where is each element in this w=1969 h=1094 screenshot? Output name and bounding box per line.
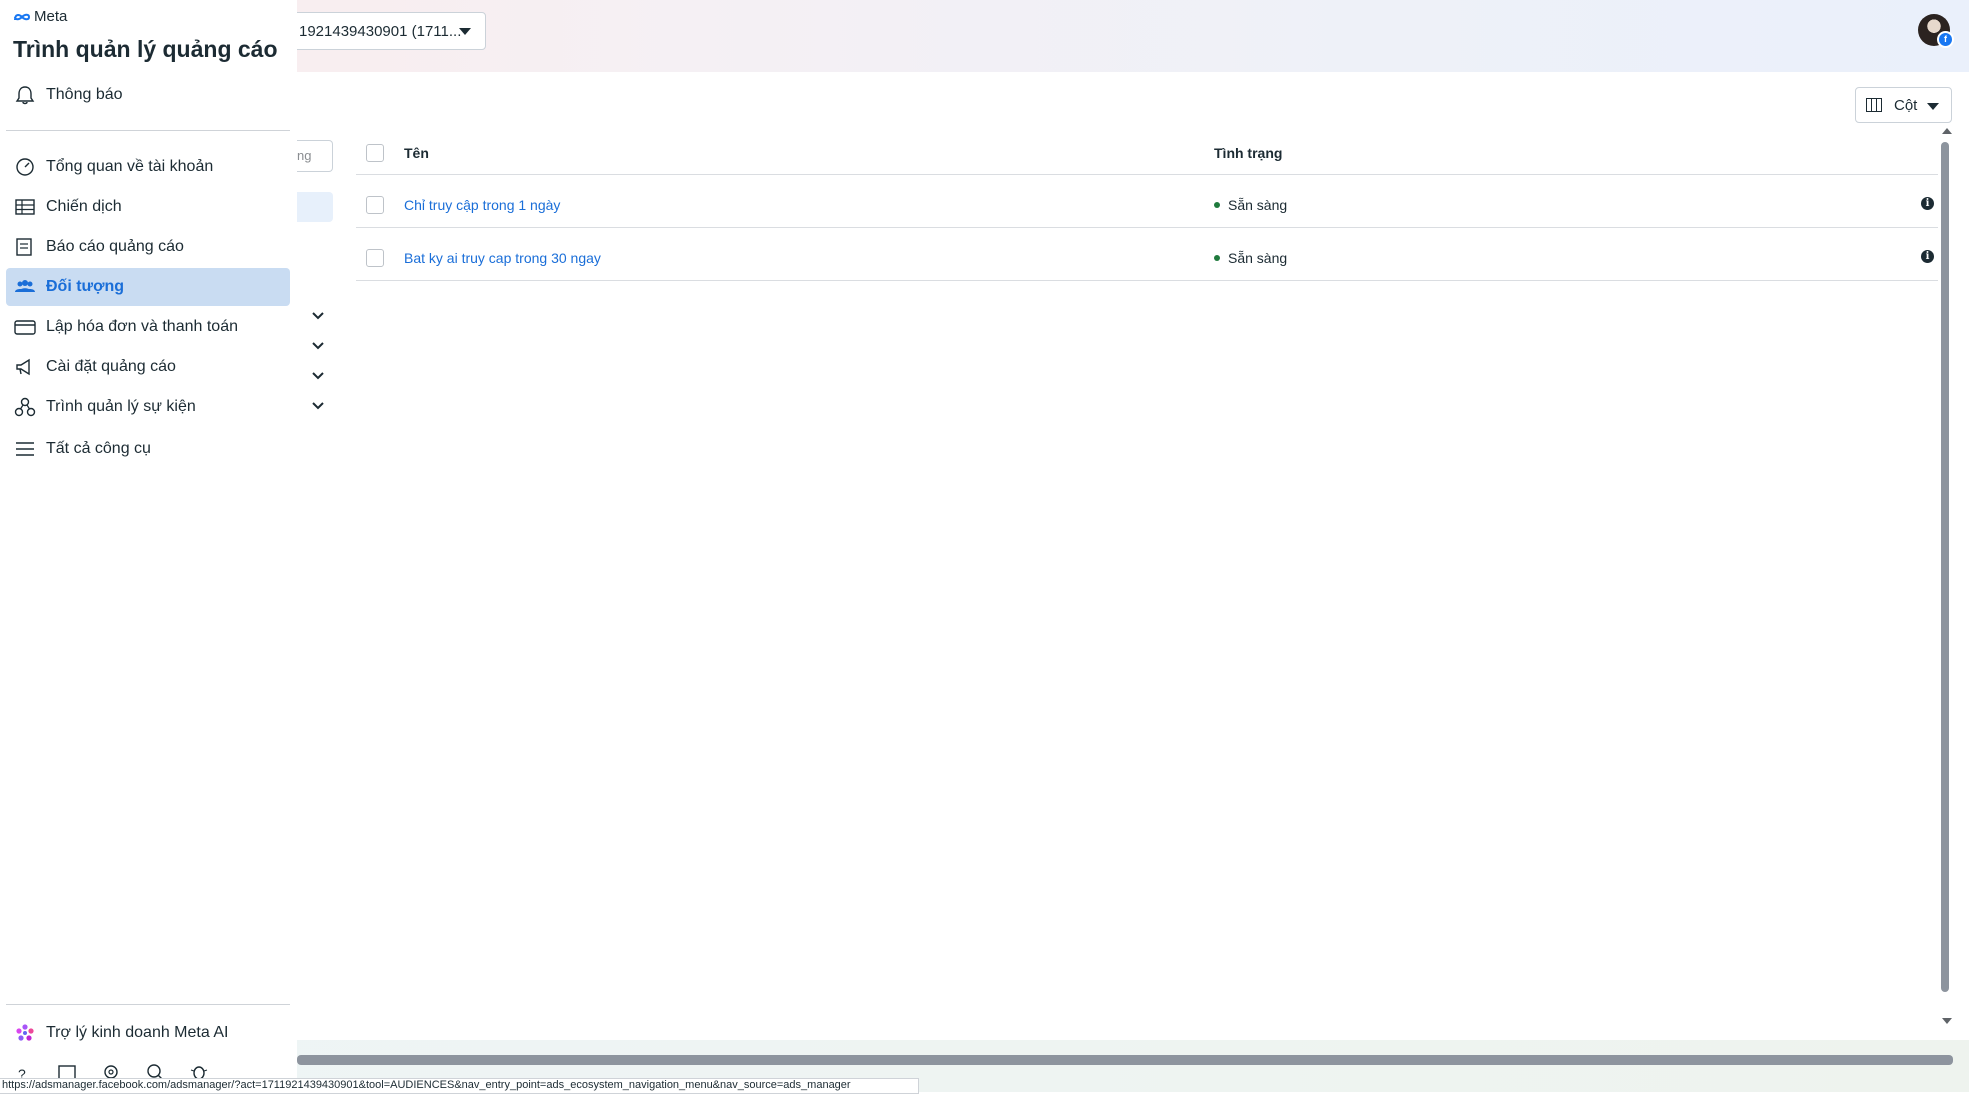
scroll-up-arrow-icon[interactable] (1942, 128, 1952, 134)
sidebar-item-events-manager[interactable]: Trình quản lý sự kiện (6, 388, 290, 426)
status-text: Sẵn sàng (1228, 250, 1288, 266)
sidebar-item-ad-settings[interactable]: Cài đặt quảng cáo (6, 348, 290, 386)
status-text: Sẵn sàng (1228, 197, 1288, 213)
info-icon[interactable]: i (1921, 250, 1934, 263)
sidebar-item-label: Tất cả công cụ (46, 440, 151, 457)
menu-icon (16, 442, 34, 456)
facebook-badge-icon: f (1937, 31, 1954, 48)
gauge-icon (16, 158, 34, 176)
meta-ai-assistant-button[interactable]: Trợ lý kinh doanh Meta AI (6, 1014, 290, 1052)
bell-icon (15, 86, 35, 105)
scroll-down-arrow-icon[interactable] (1942, 1018, 1952, 1024)
divider (6, 1004, 290, 1005)
sidebar-item-label: Báo cáo quảng cáo (46, 238, 184, 255)
vertical-scrollbar[interactable] (1940, 124, 1952, 1028)
chevron-down-icon[interactable] (311, 311, 325, 321)
card-icon (14, 320, 36, 335)
audience-table: Tên Tình trạng Chỉ truy cập trong 1 ngày… (356, 136, 1938, 281)
chevron-down-icon[interactable] (311, 341, 325, 351)
row-checkbox[interactable] (366, 249, 384, 267)
row-checkbox[interactable] (366, 196, 384, 214)
sidebar-item-label: Chiến dịch (46, 198, 122, 215)
sidebar-item-billing[interactable]: Lập hóa đơn và thanh toán (6, 308, 290, 346)
columns-button-label: Cột (1894, 97, 1918, 114)
megaphone-icon (16, 358, 30, 376)
meta-infinity-icon (14, 13, 31, 20)
app-title: Trình quản lý quảng cáo (13, 36, 278, 62)
column-header-status[interactable]: Tình trạng (1214, 145, 1282, 161)
table-row[interactable]: Bat ky ai truy cap trong 30 ngay Sẵn sàn… (356, 228, 1938, 281)
caret-down-icon (459, 28, 471, 35)
sidebar-item-campaigns[interactable]: Chiến dịch (6, 188, 290, 226)
sidebar-item-all-tools[interactable]: Tất cả công cụ (6, 430, 290, 468)
horizontal-scrollbar[interactable] (297, 1055, 1953, 1065)
audience-name-link[interactable]: Bat ky ai truy cap trong 30 ngay (404, 250, 601, 266)
caret-down-icon (1927, 103, 1939, 110)
scrollbar-thumb[interactable] (1941, 142, 1949, 992)
sidebar-item-ad-reports[interactable]: Báo cáo quảng cáo (6, 228, 290, 266)
divider (6, 130, 290, 131)
sidebar-item-label: Thông báo (46, 86, 123, 103)
columns-button[interactable]: Cột (1855, 87, 1952, 123)
status-cell: Sẵn sàng (1214, 197, 1287, 213)
sidebar-item-label: Đối tượng (46, 278, 125, 295)
sidebar-item-label: Trình quản lý sự kiện (46, 398, 196, 415)
account-selector[interactable]: 1921439430901 (1711... (290, 12, 486, 50)
sidebar-item-account-overview[interactable]: Tổng quan về tài khoản (6, 148, 290, 186)
avatar[interactable]: f (1918, 14, 1954, 48)
chevron-down-icon[interactable] (311, 371, 325, 381)
sidebar-item-notifications[interactable]: Thông báo (6, 76, 290, 114)
meta-ai-sparkle-icon (16, 1024, 34, 1041)
table-row[interactable]: Chỉ truy cập trong 1 ngày Sẵn sàng i (356, 175, 1938, 228)
events-icon (14, 397, 36, 417)
info-icon[interactable]: i (1921, 197, 1934, 210)
columns-icon (1866, 98, 1882, 112)
chevron-down-icon[interactable] (311, 401, 325, 411)
people-icon (15, 280, 35, 292)
sidebar-item-label: Lập hóa đơn và thanh toán (46, 318, 238, 335)
status-dot-icon (1214, 202, 1220, 209)
search-input-clipped-text: ng (297, 148, 312, 163)
status-cell: Sẵn sàng (1214, 250, 1287, 266)
sidebar-nav: Meta Trình quản lý quảng cáo Thông báo T… (0, 0, 297, 1092)
table-icon (15, 199, 35, 215)
sidebar-item-label: Cài đặt quảng cáo (46, 358, 176, 375)
report-icon (16, 238, 32, 256)
sidebar-item-label: Trợ lý kinh doanh Meta AI (46, 1024, 229, 1041)
selected-filter-clipped[interactable] (297, 192, 333, 222)
account-selector-label: 1921439430901 (1711... (299, 22, 462, 40)
select-all-checkbox[interactable] (366, 144, 384, 162)
sidebar-item-label: Tổng quan về tài khoản (46, 158, 214, 175)
meta-logo[interactable]: Meta (13, 8, 67, 25)
audience-name-link[interactable]: Chỉ truy cập trong 1 ngày (404, 197, 560, 213)
column-header-name[interactable]: Tên (404, 145, 429, 161)
status-dot-icon (1214, 255, 1220, 262)
table-header-row: Tên Tình trạng (356, 136, 1938, 175)
brand-name: Meta (34, 8, 68, 25)
search-input-clipped[interactable]: ng (297, 140, 333, 172)
sidebar-item-audiences[interactable]: Đối tượng (6, 268, 290, 306)
